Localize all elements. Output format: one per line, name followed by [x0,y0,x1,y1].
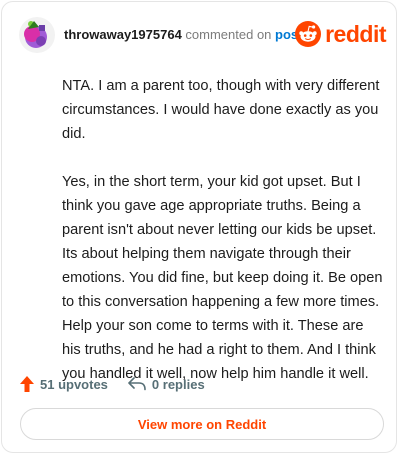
comment-paragraph: NTA. I am a parent too, though with very… [62,78,380,142]
commented-on-label: commented on [185,27,272,42]
reddit-snoo-icon [295,21,322,47]
comment-actions: 51 upvotes 0 replies [20,372,205,396]
user-avatar[interactable] [19,17,55,53]
comment-header: throwaway1975764 commented on post reddi… [19,17,389,53]
reply-count: 0 replies [151,376,205,392]
upvote-count: 51 upvotes [40,376,108,392]
comment-card: throwaway1975764 commented on post reddi… [1,1,397,453]
upvote-arrow-icon [20,376,34,392]
username-link[interactable]: throwaway1975764 [64,27,182,42]
upvote-button[interactable]: 51 upvotes [20,376,108,392]
view-more-on-reddit-button[interactable]: View more on Reddit [20,408,384,440]
comment-paragraph: Yes, in the short term, your kid got ups… [62,174,383,382]
reply-button[interactable]: 0 replies [128,377,205,392]
reddit-logo[interactable]: reddit [295,20,386,48]
reddit-wordmark: reddit [325,21,386,47]
comment-meta: throwaway1975764 commented on post [64,27,303,43]
comment-body: NTA. I am a parent too, though with very… [62,74,384,410]
reply-arrow-icon [128,377,146,391]
